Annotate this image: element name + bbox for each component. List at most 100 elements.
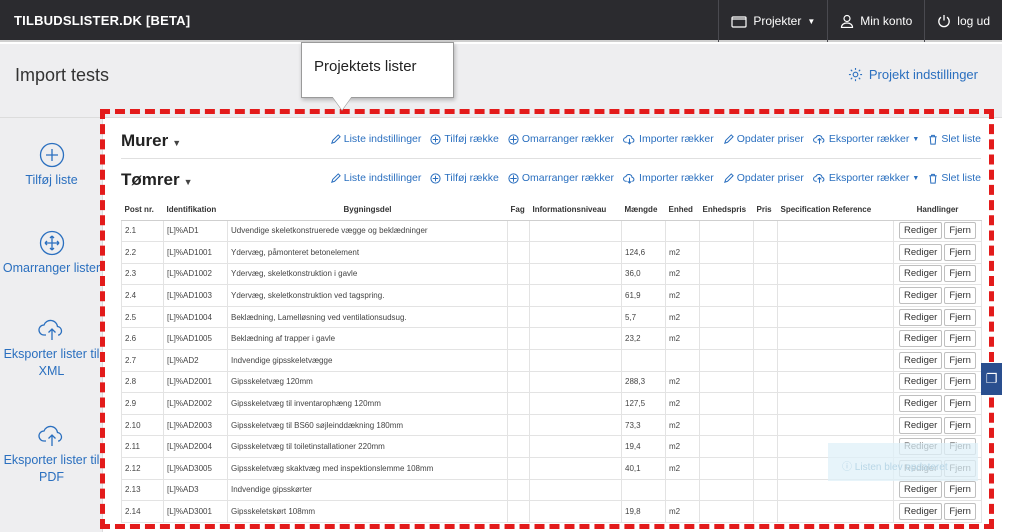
information-level-cell [529,500,622,523]
action-label: Tilføj række [444,172,499,184]
list-title-dropdown[interactable]: Murer ▼ [121,131,181,151]
export-rows-button[interactable]: Eksporter rækker ▼ [812,133,919,145]
remove-row-button[interactable]: Fjern [944,351,976,369]
update-toast: ⓘ Listen blev opdateret [828,443,978,481]
account-link[interactable]: Min konto [827,0,924,42]
import-rows-button[interactable]: Importer rækker [623,133,714,145]
list-actions: Liste indstillinger Tilføj række Omarran… [330,133,981,145]
edit-row-button[interactable]: Rediger [899,222,943,240]
action-label: Tilføj række [444,133,499,145]
logout-link[interactable]: log ud [924,0,1002,42]
column-header[interactable]: Mængde [621,200,666,221]
remove-row-button[interactable]: Fjern [944,395,976,413]
column-header[interactable]: Enhedspris [699,200,754,221]
list-title-dropdown[interactable]: Tømrer ▼ [121,170,193,190]
reorder-rows-button[interactable]: Omarranger rækker [508,133,614,145]
trade-cell [507,370,530,394]
action-label: Slet liste [941,133,981,145]
delete-list-button[interactable]: Slet liste [928,172,981,184]
delete-list-button[interactable]: Slet liste [928,133,981,145]
spec-reference-cell [777,219,894,243]
unit-cell [665,219,700,243]
update-prices-button[interactable]: Opdater priser [723,172,804,184]
brand-logo[interactable]: TILBUDSLISTER.DK [BETA] [14,13,190,28]
edit-row-button[interactable]: Rediger [899,308,943,326]
column-header[interactable]: Specification Reference [777,200,894,221]
column-header[interactable]: Post nr. [121,200,164,221]
edit-row-button[interactable]: Rediger [899,265,943,283]
edit-row-button[interactable]: Rediger [899,287,943,305]
edit-row-button[interactable]: Rediger [899,395,943,413]
edit-row-button[interactable]: Rediger [899,481,943,499]
action-label: Omarranger rækker [521,172,615,184]
remove-row-button[interactable]: Fjern [944,287,976,305]
column-header[interactable]: Fag [507,200,530,221]
edit-row-button[interactable]: Rediger [899,330,943,348]
action-label: Importer rækker [639,172,714,184]
information-level-cell [529,284,622,307]
projects-menu[interactable]: Projekter ▼ [718,0,827,42]
identification-cell: [L]%AD2003 [163,413,228,437]
list-settings-button[interactable]: Liste indstillinger [330,172,421,184]
unit-price-cell [699,284,754,307]
project-settings-link[interactable]: Projekt indstillinger [848,67,978,82]
sidebar-item-export-pdf[interactable]: Eksporter lister til PDF [0,424,103,486]
feedback-tab[interactable]: ❐ [981,363,1002,395]
remove-row-button[interactable]: Fjern [944,222,976,240]
sidebar-item-reorder-lists[interactable]: Omarranger lister [0,230,103,277]
update-prices-button[interactable]: Opdater priser [723,133,804,145]
import-rows-button[interactable]: Importer rækker [623,172,714,184]
remove-row-button[interactable]: Fjern [944,265,976,283]
action-label: Eksporter rækker [828,172,910,184]
information-level-cell [529,435,622,459]
remove-row-button[interactable]: Fjern [944,481,976,499]
edit-row-button[interactable]: Rediger [899,416,943,434]
column-header[interactable]: Bygningsdel [227,200,508,221]
toast-text: Listen blev opdateret [854,462,948,473]
remove-row-button[interactable]: Fjern [944,330,976,348]
remove-row-button[interactable]: Fjern [944,308,976,326]
sidebar-item-export-xml[interactable]: Eksporter lister til XML [0,318,103,380]
row-actions: RedigerFjern [893,370,982,394]
edit-row-button[interactable]: Rediger [899,503,943,521]
unit-price-cell [699,435,754,459]
list-settings-button[interactable]: Liste indstillinger [330,133,421,145]
annotation-callout: Projektets lister [301,42,454,98]
add-row-button[interactable]: Tilføj række [430,133,499,145]
post-cell: 2.3 [121,262,164,286]
user-icon [841,14,854,28]
table-row: 2.13 [L]%AD3 Indvendige gipsskørter Rediger… [121,478,982,502]
edit-row-button[interactable]: Rediger [899,243,943,261]
spec-reference-cell [777,370,894,394]
sidebar-item-add-list[interactable]: Tilføj liste [0,142,103,189]
column-header[interactable]: Informationsniveau [529,200,622,221]
spec-reference-cell [777,262,894,286]
remove-row-button[interactable]: Fjern [944,503,976,521]
edit-row-button[interactable]: Rediger [899,351,943,369]
column-header[interactable]: Identifikation [163,200,228,221]
remove-row-button[interactable]: Fjern [944,243,976,261]
trade-cell [507,435,530,459]
action-label: Omarranger rækker [521,133,615,145]
edit-row-button[interactable]: Rediger [899,373,943,391]
identification-cell: [L]%AD1003 [163,284,228,307]
post-cell: 2.6 [121,327,164,351]
column-header[interactable]: Enhed [665,200,700,221]
quantity-cell: 288,3 [621,370,666,394]
unit-cell: m2 [665,241,700,264]
chevron-down-icon: ▼ [912,174,920,182]
add-row-button[interactable]: Tilføj række [430,172,499,184]
export-rows-button[interactable]: Eksporter rækker ▼ [812,172,920,184]
reorder-rows-button[interactable]: Omarranger rækker [508,172,614,184]
building-part-cell: Gipsskeletskørt 108mm [227,500,508,523]
price-cell [753,435,778,459]
information-level-cell [529,219,622,243]
remove-row-button[interactable]: Fjern [944,373,976,391]
chevron-down-icon: ▼ [807,16,816,26]
list-title: Tømrer [121,170,180,189]
column-header[interactable]: Pris [753,200,778,221]
identification-cell: [L]%AD1004 [163,305,228,329]
remove-row-button[interactable]: Fjern [944,416,976,434]
unit-cell: m2 [665,370,700,394]
post-cell: 2.8 [121,370,164,394]
